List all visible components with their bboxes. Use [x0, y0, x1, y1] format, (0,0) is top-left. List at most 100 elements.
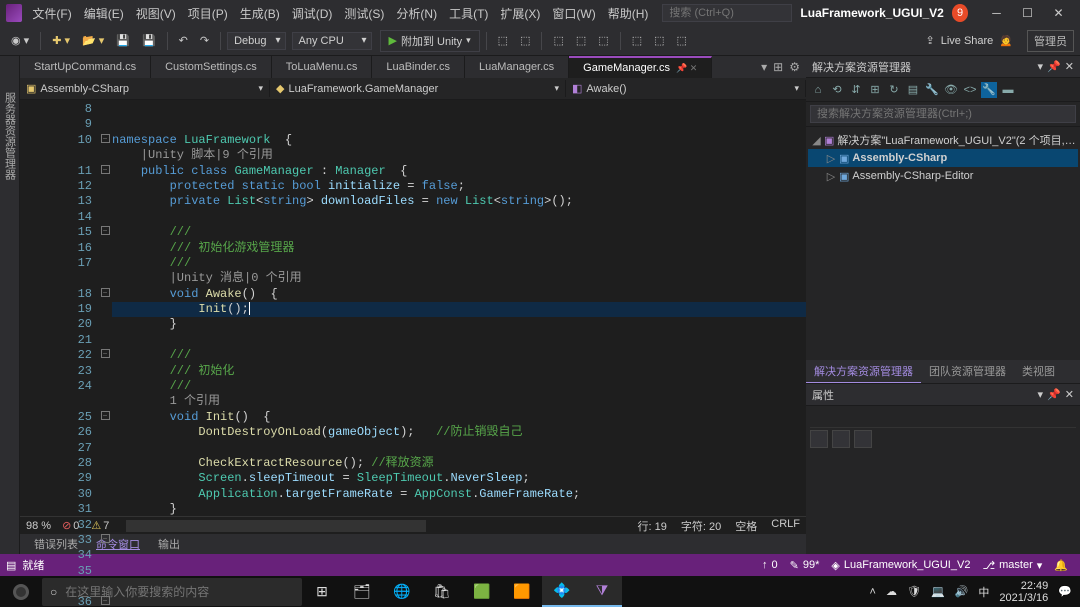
doc-tab[interactable]: LuaBinder.cs	[372, 56, 465, 78]
action-center-icon[interactable]: 💬	[1058, 585, 1072, 598]
prop-pages-icon[interactable]	[854, 430, 872, 448]
doc-tab[interactable]: ToLuaMenu.cs	[272, 56, 373, 78]
vscode-icon[interactable]: 💠	[542, 576, 582, 607]
platform-combo[interactable]: Any CPU	[292, 32, 372, 50]
menu-帮助(H)[interactable]: 帮助(H)	[602, 1, 655, 26]
notifications-icon[interactable]: 🔔	[1048, 559, 1074, 572]
taskbar-clock[interactable]: 22:492021/3/16	[999, 580, 1048, 604]
panel-dropdown-icon[interactable]: ▾	[1038, 60, 1044, 73]
nav-member[interactable]: ◧ Awake()▾	[566, 80, 806, 97]
app-icon-1[interactable]: 🟩	[462, 576, 502, 607]
save-button[interactable]: 💾	[111, 31, 135, 50]
server-explorer-tab[interactable]: 服务器资源管理器	[0, 86, 20, 186]
system-tray[interactable]: ˄ ☁ 🛡 💻 🔊 中 22:492021/3/16 💬	[862, 580, 1080, 604]
doc-tab[interactable]: StartUpCommand.cs	[20, 56, 151, 78]
refresh-icon[interactable]: ↻	[886, 82, 902, 98]
show-all-icon[interactable]: ⊞	[867, 82, 883, 98]
more-icon[interactable]: ▬	[1000, 82, 1016, 98]
edge-icon[interactable]: 🌐	[382, 576, 422, 607]
undo-button[interactable]: ↶	[174, 31, 193, 50]
indent-mode[interactable]: 空格	[735, 518, 757, 534]
tab-settings-icon[interactable]: ⚙	[789, 60, 800, 74]
preview-icon[interactable]: 👁	[943, 82, 959, 98]
tool-icon-5[interactable]: ⬚	[593, 31, 613, 50]
redo-button[interactable]: ↷	[195, 31, 214, 50]
bottom-tab[interactable]: 输出	[150, 534, 188, 554]
tray-net-icon[interactable]: 💻	[931, 585, 945, 598]
title-search-input[interactable]	[662, 4, 792, 22]
doc-tab[interactable]: GameManager.cs📌 ✕	[569, 56, 712, 78]
open-button[interactable]: 📂 ▾	[77, 31, 109, 50]
panel-close-icon[interactable]: ✕	[1065, 60, 1074, 73]
tool-icon-2[interactable]: ⬚	[515, 31, 535, 50]
new-button[interactable]: ✚ ▾	[47, 31, 75, 50]
sync-icon[interactable]: ⟲	[829, 82, 845, 98]
tray-cloud-icon[interactable]: ☁	[886, 585, 897, 598]
prop-alpha-icon[interactable]	[832, 430, 850, 448]
tab-split-icon[interactable]: ⊞	[773, 60, 783, 74]
tool-icon-6[interactable]: ⬚	[627, 31, 647, 50]
tool-icon-1[interactable]: ⬚	[493, 31, 513, 50]
tool-icon-7[interactable]: ⬚	[649, 31, 669, 50]
doc-tab[interactable]: LuaManager.cs	[465, 56, 569, 78]
prop-categorize-icon[interactable]	[810, 430, 828, 448]
liveshare-label[interactable]: Live Share	[941, 35, 994, 47]
prop-close-icon[interactable]: ✕	[1065, 388, 1074, 401]
wrench-icon[interactable]: 🔧	[981, 82, 997, 98]
tool-icon-4[interactable]: ⬚	[571, 31, 591, 50]
tool-icon-3[interactable]: ⬚	[548, 31, 568, 50]
nav-type[interactable]: ◆ LuaFramework.GameManager▾	[270, 80, 566, 97]
config-combo[interactable]: Debug	[227, 32, 285, 50]
menu-文件(F)[interactable]: 文件(F)	[26, 1, 77, 26]
repo-name[interactable]: ◈ LuaFramework_UGUI_V2	[825, 559, 976, 572]
account-icon[interactable]: 🙍	[999, 34, 1013, 47]
minimize-button[interactable]: ─	[981, 2, 1012, 24]
store-icon[interactable]: 🛍	[422, 576, 462, 607]
menu-工具(T)[interactable]: 工具(T)	[443, 1, 494, 26]
tab-dropdown-icon[interactable]: ▾	[761, 60, 767, 74]
task-view-icon[interactable]: ⊞	[302, 576, 342, 607]
tray-up-icon[interactable]: ˄	[870, 586, 876, 598]
changes-count[interactable]: ✎ 99*	[784, 559, 826, 572]
branch-name[interactable]: ⎇ master ▾	[976, 559, 1048, 572]
output-window-icon[interactable]: ▤	[6, 559, 16, 572]
prop-dropdown-icon[interactable]: ▾	[1038, 388, 1044, 401]
menu-分析(N)[interactable]: 分析(N)	[390, 1, 443, 26]
menu-扩展(X)[interactable]: 扩展(X)	[494, 1, 546, 26]
solution-search-input[interactable]	[810, 105, 1076, 123]
start-debug-button[interactable]: ▶ 附加到 Unity ▾	[380, 30, 480, 52]
panel-pin-icon[interactable]: 📌	[1047, 60, 1061, 73]
close-button[interactable]: ✕	[1043, 2, 1074, 24]
menu-测试(S)[interactable]: 测试(S)	[338, 1, 390, 26]
view-code-icon[interactable]: <>	[962, 82, 978, 98]
notification-badge[interactable]: 9	[952, 4, 968, 22]
solution-subtab[interactable]: 团队资源管理器	[921, 360, 1014, 383]
menu-生成(B)[interactable]: 生成(B)	[234, 1, 286, 26]
solution-project[interactable]: ▷▣Assembly-CSharp-Editor	[808, 167, 1078, 185]
menu-窗口(W)[interactable]: 窗口(W)	[546, 1, 601, 26]
scroll-preview[interactable]	[126, 520, 426, 532]
nav-back-button[interactable]: ◉ ▾	[6, 31, 34, 50]
vs-icon[interactable]: ⧩	[582, 576, 622, 607]
menu-项目(P)[interactable]: 项目(P)	[182, 1, 234, 26]
filter-icon[interactable]: ▤	[905, 82, 921, 98]
tool-icon-8[interactable]: ⬚	[672, 31, 692, 50]
menu-调试(D)[interactable]: 调试(D)	[286, 1, 339, 26]
properties-icon[interactable]: 🔧	[924, 82, 940, 98]
solution-subtab[interactable]: 解决方案资源管理器	[806, 360, 921, 383]
prop-pin-icon[interactable]: 📌	[1047, 388, 1061, 401]
title-search[interactable]	[662, 4, 792, 22]
menu-编辑(E)[interactable]: 编辑(E)	[78, 1, 130, 26]
maximize-button[interactable]: ☐	[1012, 2, 1043, 24]
nav-scope[interactable]: ▣ Assembly-CSharp▾	[20, 80, 270, 97]
tray-shield-icon[interactable]: 🛡	[907, 585, 921, 598]
tray-sound-icon[interactable]: 🔊	[955, 585, 969, 598]
solution-project[interactable]: ▷▣Assembly-CSharp	[808, 149, 1078, 167]
bottom-tab[interactable]: 命令窗口	[88, 534, 148, 554]
code-editor[interactable]: 8910111213141516171819202122232425262728…	[20, 100, 806, 516]
tray-ime-icon[interactable]: 中	[978, 584, 989, 600]
solution-tree[interactable]: ◢ ▣ 解决方案"LuaFramework_UGUI_V2"(2 个项目, 共 …	[806, 127, 1080, 360]
solution-subtab[interactable]: 类视图	[1014, 360, 1063, 383]
solution-root[interactable]: ◢ ▣ 解决方案"LuaFramework_UGUI_V2"(2 个项目, 共 …	[808, 131, 1078, 149]
app-icon-2[interactable]: 🟧	[502, 576, 542, 607]
